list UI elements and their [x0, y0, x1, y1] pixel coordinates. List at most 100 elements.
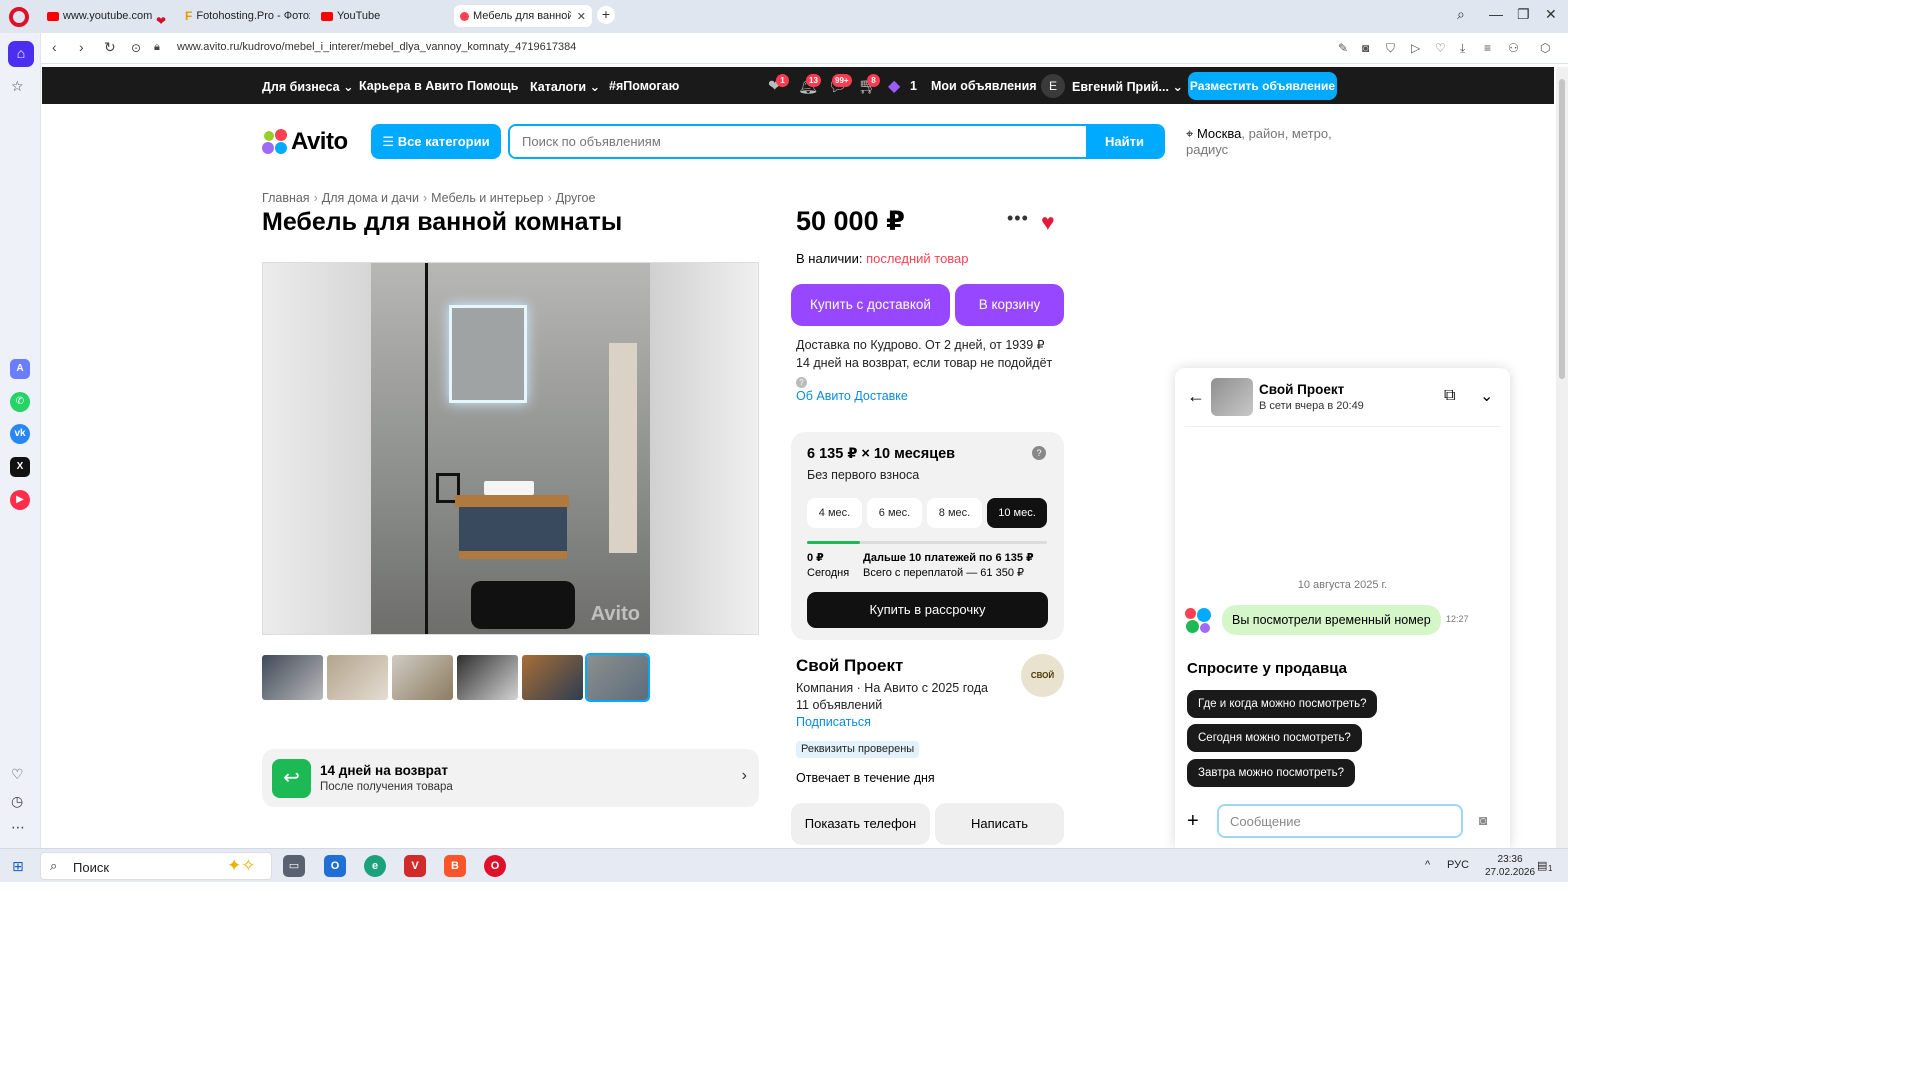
location-pin-icon[interactable]: ⊙	[131, 41, 141, 55]
nav-business[interactable]: Для бизнеса ⌄	[262, 79, 354, 94]
about-delivery-link[interactable]: Об Авито Доставке	[796, 389, 908, 403]
term-10-months[interactable]: 10 мес.	[987, 498, 1047, 528]
term-6-months[interactable]: 6 мес.	[867, 498, 922, 528]
back-icon[interactable]: ‹	[52, 39, 57, 55]
search-input[interactable]	[510, 126, 1088, 157]
vivaldi-icon[interactable]: V	[404, 855, 426, 877]
help-icon[interactable]: ?	[796, 377, 807, 388]
minimize-icon[interactable]: —	[1489, 6, 1503, 22]
opera-logo-icon[interactable]	[9, 7, 29, 27]
scrollbar-thumb[interactable]	[1559, 79, 1565, 379]
breadcrumb-home[interactable]: Главная	[262, 191, 310, 205]
task-view-icon[interactable]: ▭	[283, 855, 305, 877]
player-icon[interactable]: ▶	[10, 490, 30, 510]
pin-icon[interactable]: ☆	[11, 78, 24, 95]
forward-icon[interactable]: ›	[79, 39, 84, 55]
vk-icon[interactable]: vk	[10, 424, 30, 444]
windows-start-icon[interactable]: ⊞	[12, 858, 24, 875]
notifications-icon[interactable]: ▤	[1537, 859, 1547, 872]
download-icon[interactable]: ⤓	[1460, 41, 1465, 56]
quick-question-chip[interactable]: Сегодня можно посмотреть?	[1187, 724, 1362, 752]
taskbar-search[interactable]: ⌕ Поиск ✦✧	[40, 852, 272, 880]
nav-i-help[interactable]: #яПомогаю	[609, 79, 679, 93]
seller-name[interactable]: Свой Проект	[796, 656, 903, 676]
message-input[interactable]	[1217, 804, 1463, 838]
breadcrumb-other[interactable]: Другое	[556, 191, 596, 205]
opera-taskbar-icon[interactable]: O	[484, 855, 506, 877]
heart-outline-icon[interactable]: ♡	[1435, 41, 1446, 55]
location-selector[interactable]: ⌖ Москва, район, метро, радиус	[1186, 126, 1346, 158]
whatsapp-icon[interactable]: ✆	[10, 392, 30, 412]
favorites-icon[interactable]: ♡	[11, 766, 24, 783]
term-4-months[interactable]: 4 мес.	[807, 498, 862, 528]
breadcrumb-home-garden[interactable]: Для дома и дачи	[322, 191, 419, 205]
chevron-down-icon[interactable]: ⌄	[1480, 386, 1493, 406]
avito-logo[interactable]: Avito	[262, 128, 348, 156]
more-options-icon[interactable]: •••	[1007, 208, 1029, 229]
buy-installment-button[interactable]: Купить в рассрочку	[807, 592, 1048, 628]
camera-icon[interactable]: ◙	[1479, 812, 1487, 828]
seller-ads-count[interactable]: 11 объявлений	[796, 697, 988, 714]
show-phone-button[interactable]: Показать телефон	[791, 803, 930, 845]
outlook-icon[interactable]: O	[324, 855, 346, 877]
buy-with-delivery-button[interactable]: Купить с доставкой	[791, 284, 950, 326]
close-window-icon[interactable]: ✕	[1545, 6, 1557, 23]
close-tab-icon[interactable]: ✕	[577, 10, 586, 23]
lock-icon[interactable]: 🔒︎	[154, 41, 160, 54]
quick-question-chip[interactable]: Завтра можно посмотреть?	[1187, 759, 1356, 787]
search-button[interactable]: Найти	[1086, 126, 1163, 157]
thumbnail[interactable]	[327, 655, 388, 700]
more-icon[interactable]: ⋯	[11, 819, 25, 836]
shield-icon[interactable]: ⛉	[1386, 41, 1395, 56]
edge-icon[interactable]: e	[364, 855, 386, 877]
page-scrollbar[interactable]	[1556, 67, 1568, 848]
thumbnail[interactable]	[262, 655, 323, 700]
seller-logo[interactable]: СВОЙ	[1021, 654, 1064, 697]
aria-icon[interactable]: A	[10, 359, 30, 379]
thumbnail[interactable]	[522, 655, 583, 700]
new-tab-button[interactable]: +	[597, 6, 615, 24]
home-icon[interactable]: ⌂	[8, 41, 34, 67]
avatar[interactable]: Е	[1041, 74, 1065, 98]
open-external-icon[interactable]: ⧉	[1444, 387, 1455, 405]
chat-avatar[interactable]	[1211, 378, 1253, 416]
thumbnail[interactable]	[392, 655, 453, 700]
x-icon[interactable]: X	[10, 457, 30, 477]
post-ad-button[interactable]: Разместить объявление	[1188, 72, 1337, 100]
all-categories-button[interactable]: ☰ Все категории	[371, 124, 501, 159]
help-icon[interactable]: ?	[1032, 446, 1046, 460]
user-menu[interactable]: Евгений Прий... ⌄	[1072, 79, 1183, 94]
language-indicator[interactable]: РУС	[1447, 859, 1469, 871]
nav-career[interactable]: Карьера в Авито	[359, 79, 463, 93]
thumbnail-selected[interactable]	[585, 653, 650, 702]
clock[interactable]: 23:36 27.02.2026	[1485, 853, 1535, 879]
bonus-icon[interactable]: ◆	[888, 76, 900, 96]
history-icon[interactable]: ◷	[11, 793, 23, 810]
send-icon[interactable]: ▷	[1411, 41, 1420, 55]
subscribe-link[interactable]: Подписаться	[796, 714, 988, 731]
tab-youtube-com[interactable]: www.youtube.com	[47, 5, 159, 27]
attach-plus-icon[interactable]: +	[1187, 810, 1199, 833]
reload-icon[interactable]: ↻	[104, 39, 116, 56]
nav-catalogs[interactable]: Каталоги ⌄	[530, 79, 600, 94]
write-message-button[interactable]: Написать	[935, 803, 1064, 845]
term-8-months[interactable]: 8 мес.	[927, 498, 982, 528]
menu-icon[interactable]: ≡	[1484, 41, 1491, 55]
add-to-cart-button[interactable]: В корзину	[955, 284, 1064, 326]
tray-chevron-up-icon[interactable]: ^	[1425, 859, 1430, 871]
back-arrow-icon[interactable]: ←	[1187, 386, 1205, 407]
thumbnail[interactable]	[457, 655, 518, 700]
camera-icon[interactable]: ◙	[1362, 41, 1369, 55]
quick-question-chip[interactable]: Где и когда можно посмотреть?	[1187, 690, 1378, 718]
tab-youtube[interactable]: YouTube	[321, 5, 411, 27]
edit-icon[interactable]: ✎	[1338, 41, 1348, 55]
box-icon[interactable]: ⬡	[1540, 41, 1550, 55]
brave-icon[interactable]: B	[444, 855, 466, 877]
profile-icon[interactable]: ⚇	[1508, 41, 1519, 55]
my-ads-link[interactable]: Мои объявления	[931, 79, 1037, 93]
url-field[interactable]: www.avito.ru/kudrovo/mebel_i_interer/meb…	[177, 41, 576, 53]
return-policy-card[interactable]: ↩ 14 дней на возврат После получения тов…	[262, 749, 759, 807]
main-photo[interactable]: Avito	[262, 262, 759, 635]
tab-avito-active[interactable]: Мебель для ванной комн ✕	[454, 5, 592, 27]
restore-icon[interactable]: ❐	[1517, 6, 1530, 23]
